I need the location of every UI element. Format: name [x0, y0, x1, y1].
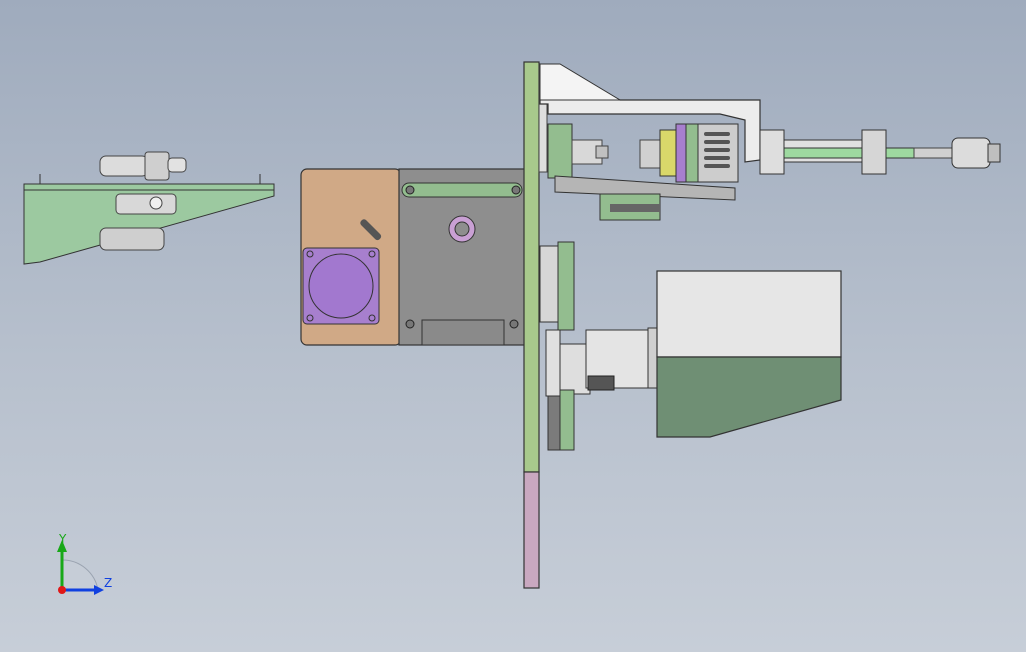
top-bracket[interactable]	[539, 63, 1001, 221]
axis-label-y: Y	[58, 532, 67, 546]
cad-viewport[interactable]: Y Z	[0, 0, 1026, 652]
origin-marker	[58, 586, 66, 594]
axis-label-z: Z	[104, 576, 112, 590]
axis-triad: Y Z	[57, 532, 112, 595]
gearbox[interactable]	[398, 168, 526, 346]
mounting-plate[interactable]	[523, 61, 548, 589]
left-bracket-assembly[interactable]	[23, 151, 275, 265]
motor-housing[interactable]	[300, 168, 402, 346]
right-drive-assembly[interactable]	[539, 241, 842, 451]
